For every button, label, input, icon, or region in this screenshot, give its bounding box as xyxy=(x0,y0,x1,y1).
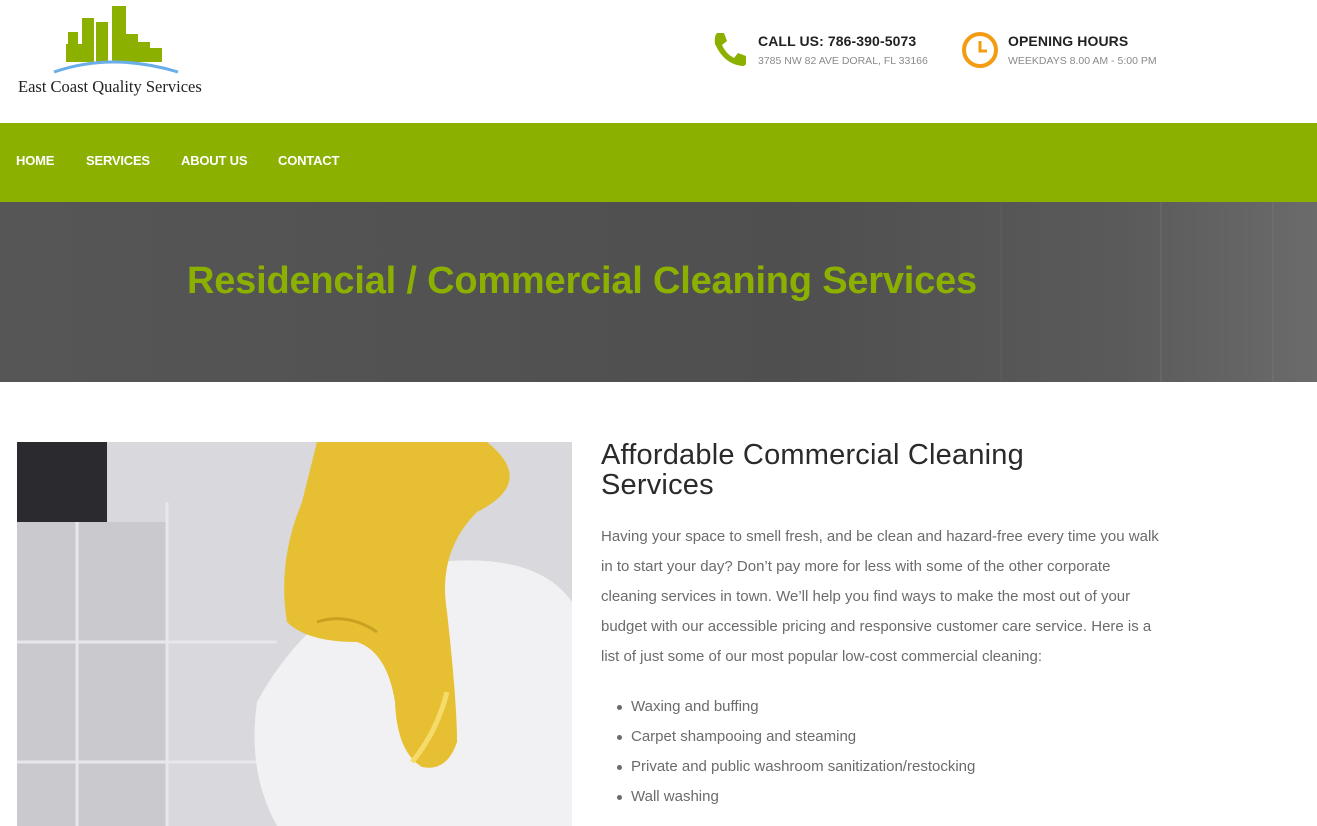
address-text: 3785 NW 82 AVE DORAL, FL 33166 xyxy=(758,55,928,67)
services-list: Waxing and buffing Carpet shampooing and… xyxy=(601,692,1171,812)
section-paragraph: Having your space to smell fresh, and be… xyxy=(601,528,1159,665)
nav-item-contact[interactable]: CONTACT xyxy=(278,153,339,168)
main-content: Affordable Commercial Cleaning Services … xyxy=(601,440,1171,812)
list-item: Waxing and buffing xyxy=(617,692,1171,722)
hero-texture-line xyxy=(1160,202,1162,382)
list-item: Wall washing xyxy=(617,782,1171,812)
logo-buildings-icon xyxy=(53,6,179,74)
cleaning-glove-photo xyxy=(17,442,572,826)
phone-icon xyxy=(712,30,748,73)
hero-banner: Residencial / Commercial Cleaning Servic… xyxy=(0,202,1317,382)
logo-text: East Coast Quality Services xyxy=(18,77,202,96)
site-logo[interactable]: East Coast Quality Services xyxy=(16,4,221,100)
page-title: Residencial / Commercial Cleaning Servic… xyxy=(187,260,977,302)
list-item: Private and public washroom sanitization… xyxy=(617,752,1171,782)
site-header: East Coast Quality Services CALL US: 786… xyxy=(0,0,1317,123)
section-heading: Affordable Commercial Cleaning Services xyxy=(601,439,1024,501)
clock-icon xyxy=(960,30,1000,75)
call-us-block: CALL US: 786-390-5073 3785 NW 82 AVE DOR… xyxy=(712,30,952,72)
nav-item-about-us[interactable]: ABOUT US xyxy=(181,153,247,168)
main-nav: HOME SERVICES ABOUT US CONTACT xyxy=(0,123,1317,202)
hero-texture-line xyxy=(1272,202,1274,382)
nav-item-home[interactable]: HOME xyxy=(16,153,54,168)
nav-item-services[interactable]: SERVICES xyxy=(86,153,150,168)
opening-hours-title: OPENING HOURS xyxy=(1008,33,1129,49)
call-us-title[interactable]: CALL US: 786-390-5073 xyxy=(758,33,916,49)
list-item: Carpet shampooing and steaming xyxy=(617,722,1171,752)
opening-hours-text: WEEKDAYS 8.00 AM - 5:00 PM xyxy=(1008,55,1157,67)
opening-hours-block: OPENING HOURS WEEKDAYS 8.00 AM - 5:00 PM xyxy=(960,30,1190,72)
hero-texture-line xyxy=(1000,202,1002,382)
